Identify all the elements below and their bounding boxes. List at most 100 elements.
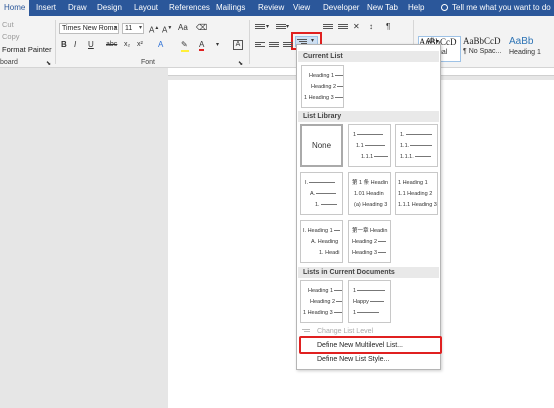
grow-font-button[interactable]: A▲: [149, 23, 159, 36]
clear-formatting-icon[interactable]: ⌫: [196, 23, 207, 33]
tab-developer[interactable]: Developer: [323, 0, 359, 16]
align-right-icon[interactable]: [283, 41, 293, 50]
dialog-launcher-icon[interactable]: ⬊: [46, 59, 51, 69]
copy-button[interactable]: Copy: [2, 32, 20, 41]
italic-button[interactable]: I: [74, 40, 76, 50]
font-size-combo[interactable]: 11 ▾: [122, 23, 144, 34]
tile-line: A.: [310, 191, 337, 197]
strikethrough-button[interactable]: abc: [106, 40, 117, 50]
tile-line: 1 Heading 3: [303, 310, 342, 316]
tab-references[interactable]: References: [169, 0, 210, 16]
tile-line: 1.1.1 Heading 3: [398, 202, 437, 208]
enclose-character-button[interactable]: A: [233, 40, 243, 50]
font-color-button[interactable]: A: [199, 40, 205, 51]
shrink-font-button[interactable]: A▼: [162, 23, 172, 36]
tile-line: 第 1 条 Headin: [352, 180, 389, 186]
list-style-numeric-dotted[interactable]: 1. 1.1. 1.1.1.: [395, 124, 438, 167]
chevron-down-icon[interactable]: ▾: [216, 40, 219, 50]
tab-layout[interactable]: Layout: [134, 0, 158, 16]
highlight-color-bar: [181, 50, 189, 52]
tab-help[interactable]: Help: [408, 0, 424, 16]
tile-line: Heading 3: [352, 250, 387, 256]
tile-line: I.: [305, 180, 336, 186]
font-group-label: Font: [141, 59, 156, 66]
list-library-header: List Library: [298, 111, 439, 122]
list-style-roman-alpha[interactable]: I. A. 1.: [300, 172, 343, 215]
multilevel-list-dropdown: Current List Heading 1 Heading 2 1 Headi…: [296, 44, 441, 370]
tile-line: 1 Heading 1: [398, 180, 428, 186]
tile-line: Happy: [353, 299, 384, 305]
chevron-down-icon[interactable]: ▾: [286, 22, 289, 32]
tile-line: I. Heading 1: [303, 228, 340, 234]
tile-line: 1. Headi: [319, 250, 340, 256]
tab-view[interactable]: View: [293, 0, 310, 16]
change-case-button[interactable]: Aa: [178, 23, 188, 33]
ribbon-home: Cut Copy Format Painter board ⬊ Times Ne…: [0, 16, 554, 68]
lightbulb-icon: [441, 4, 448, 11]
tile-line: Heading 1: [308, 288, 342, 294]
chevron-down-icon[interactable]: ▾: [266, 22, 269, 32]
cut-button[interactable]: Cut: [2, 20, 14, 29]
list-style-heading-roman[interactable]: I. Heading 1 A. Heading 1. Headi: [300, 220, 343, 263]
numbering-icon[interactable]: [276, 23, 286, 32]
define-multilevel-highlight-frame: [299, 336, 442, 354]
tab-insert[interactable]: Insert: [36, 0, 56, 16]
tab-new-tab[interactable]: New Tab: [367, 0, 398, 16]
style-preview: AaBb: [509, 36, 534, 47]
highlighter-icon[interactable]: ✎: [181, 40, 188, 50]
asian-layout-icon[interactable]: ✕: [353, 22, 360, 32]
tab-mailings[interactable]: Mailings: [216, 0, 245, 16]
tile-line: 1.1.1.: [400, 154, 431, 160]
tile-line: 1: [353, 288, 386, 294]
tile-line: 第一章 Headin: [352, 228, 388, 234]
document-list-tile-2[interactable]: 1 Happy 1: [348, 280, 391, 323]
list-style-chapter[interactable]: 第一章 Headin Heading 2 Heading 3: [348, 220, 391, 263]
ribbon-tab-bar: Home Insert Draw Design Layout Reference…: [0, 0, 554, 16]
tile-line: 1.1.1: [361, 154, 389, 160]
horizontal-ruler[interactable]: [168, 68, 296, 76]
bullets-icon[interactable]: [255, 23, 265, 32]
list-level-icon: [302, 329, 310, 335]
tile-line: 1.: [315, 202, 337, 208]
sort-icon[interactable]: ↕: [369, 22, 373, 32]
tile-line: A. Heading: [311, 239, 339, 245]
tile-line: 1.1 Heading 2: [398, 191, 433, 197]
list-style-heading-numeric[interactable]: 1 Heading 1 1.1 Heading 2 1.1.1 Heading …: [395, 172, 438, 215]
tile-line: Heading 2: [311, 84, 343, 90]
list-style-numeric[interactable]: 1 1.1 1.1.1: [348, 124, 391, 167]
chevron-down-icon: ▾: [138, 25, 142, 31]
tile-line: Heading 1: [309, 73, 343, 79]
superscript-button[interactable]: x²: [137, 40, 143, 50]
list-style-none[interactable]: None: [300, 124, 343, 167]
decrease-indent-icon[interactable]: [323, 23, 333, 32]
tile-line: 1.: [400, 132, 432, 138]
align-left-icon[interactable]: [255, 41, 265, 50]
horizontal-ruler-right[interactable]: [440, 68, 554, 76]
group-separator: [55, 20, 56, 64]
style-name: ¶ No Spac...: [463, 48, 502, 55]
style-heading-1[interactable]: AaBb Heading 1: [509, 36, 554, 62]
document-list-tile-1[interactable]: Heading 1 Heading 2 1 Heading 3: [300, 280, 343, 323]
text-effects-button[interactable]: A: [158, 40, 163, 50]
format-painter-button[interactable]: Format Painter: [2, 45, 52, 54]
tab-draw[interactable]: Draw: [68, 0, 87, 16]
increase-indent-icon[interactable]: [338, 23, 348, 32]
style-preview: AaBbCcD: [463, 36, 501, 46]
tile-line: 1.1: [356, 143, 385, 149]
underline-button[interactable]: U: [88, 40, 94, 50]
bold-button[interactable]: B: [61, 40, 67, 50]
chevron-down-icon: ▾: [113, 25, 117, 31]
font-name-combo[interactable]: Times New Roma ▾: [59, 23, 119, 34]
pilcrow-icon[interactable]: ¶: [386, 22, 390, 32]
list-style-article-section[interactable]: 第 1 条 Headin 1.01 Headin (a) Heading 3: [348, 172, 391, 215]
tab-design[interactable]: Design: [97, 0, 122, 16]
tab-review[interactable]: Review: [258, 0, 284, 16]
tell-me-search[interactable]: Tell me what you want to do: [441, 0, 551, 16]
current-list-tile[interactable]: Heading 1 Heading 2 1 Heading 3: [301, 65, 344, 108]
subscript-button[interactable]: x₂: [124, 40, 130, 50]
align-center-icon[interactable]: [269, 41, 279, 50]
style-no-spacing[interactable]: AaBbCcD ¶ No Spac...: [463, 36, 507, 62]
define-new-list-style-item[interactable]: Define New List Style...: [297, 354, 440, 366]
tile-line: 1.01 Headin: [354, 191, 384, 197]
tab-home[interactable]: Home: [0, 0, 30, 16]
